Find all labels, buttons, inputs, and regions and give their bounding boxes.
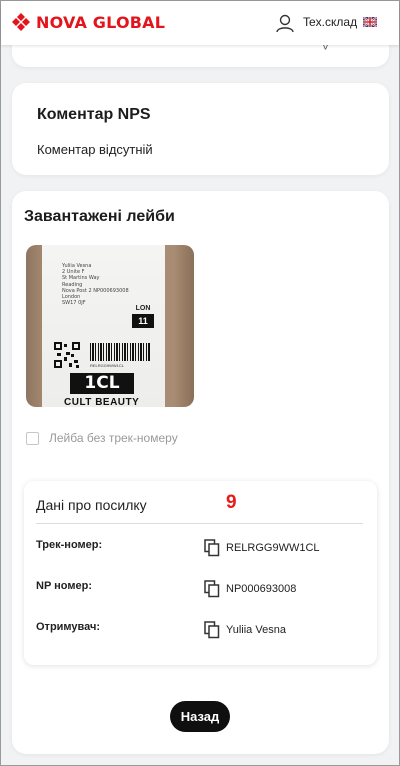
uk-flag-icon[interactable] [363, 17, 377, 27]
recipient-label: Отримувач: [36, 621, 101, 633]
qr-code-icon [54, 342, 80, 368]
barcode-number: RELRGG9WW1CL [90, 363, 125, 368]
track-number-text: RELRGG9WW1CL [226, 542, 320, 554]
back-button[interactable]: Назад [170, 701, 230, 732]
label-bottom-text: CULT BEAUTY [64, 397, 140, 407]
barcode [90, 343, 150, 361]
app-header: NOVA GLOBAL Tex.склад [1, 1, 399, 45]
divider [36, 523, 363, 524]
np-number-text: NP000693008 [226, 583, 297, 595]
label-paper: Yuliia Vesna 2 Unite F St Martins Way Re… [42, 245, 165, 407]
recipient-value: Yuliia Vesna [204, 621, 286, 639]
no-track-checkbox-label[interactable]: Лейба без трек-номеру [49, 431, 178, 445]
np-number-label: NP номер: [36, 580, 92, 592]
parcel-count: 9 [226, 492, 237, 513]
labels-title: Завантажені лейби [24, 208, 175, 225]
parcel-info-box: Дані про посилку 9 Трек-номер: RELRGG9WW… [24, 481, 377, 665]
user-icon[interactable] [275, 13, 295, 33]
logo-text: NOVA GLOBAL [36, 12, 166, 32]
user-label[interactable]: Tex.склад [303, 15, 357, 29]
logo[interactable]: NOVA GLOBAL [11, 12, 165, 32]
label-zone: LON 11 [132, 305, 154, 330]
nps-title: Коментар NPS [37, 106, 151, 123]
no-track-checkbox-row[interactable]: Лейба без трек-номеру [26, 431, 178, 445]
track-number-value: RELRGG9WW1CL [204, 539, 320, 557]
nps-comment: Коментар відсутній [37, 142, 153, 157]
logo-icon [12, 13, 30, 31]
track-number-label: Трек-номер: [36, 539, 103, 551]
copy-icon[interactable] [204, 621, 220, 639]
recipient-text: Yuliia Vesna [226, 624, 286, 636]
parcel-title: Дані про посилку [36, 497, 147, 513]
no-track-checkbox[interactable] [26, 431, 39, 445]
label-address: Yuliia Vesna 2 Unite F St Martins Way Re… [62, 263, 129, 307]
np-number-value: NP000693008 [204, 580, 296, 598]
nps-card: Коментар NPS Коментар відсутній [12, 83, 389, 175]
label-code: 1CL [70, 373, 134, 394]
label-thumbnail[interactable]: Yuliia Vesna 2 Unite F St Martins Way Re… [26, 245, 194, 407]
copy-icon[interactable] [204, 580, 220, 598]
labels-card: Завантажені лейби Yuliia Vesna 2 Unite F… [12, 191, 389, 754]
copy-icon[interactable] [204, 539, 220, 557]
